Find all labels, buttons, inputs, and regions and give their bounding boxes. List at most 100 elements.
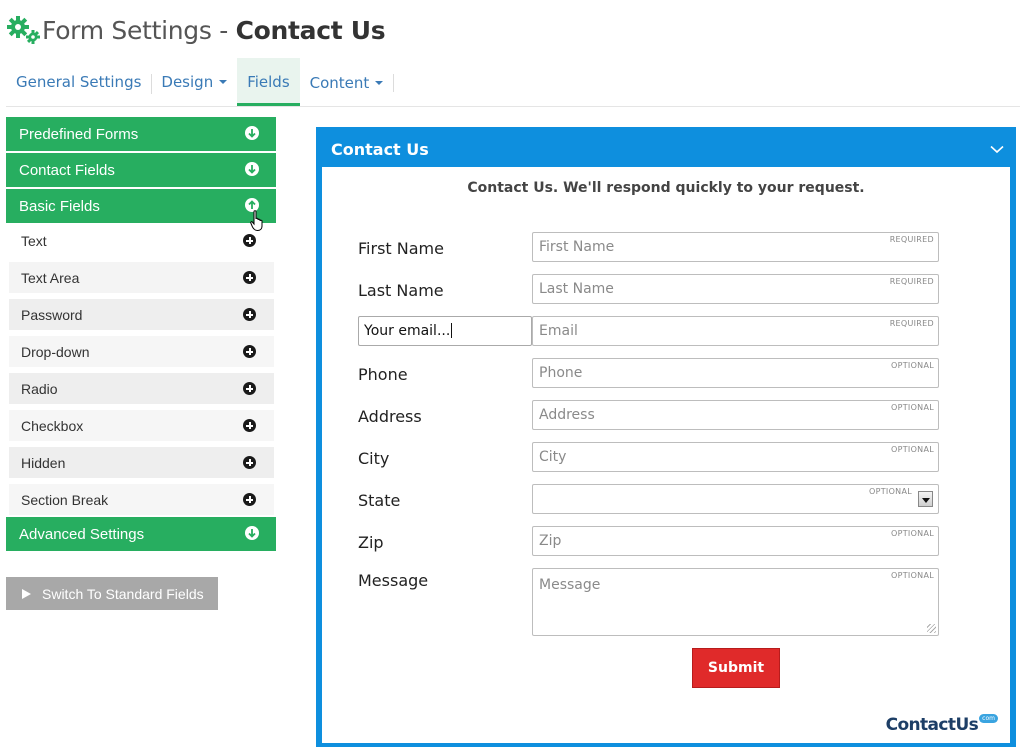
tab-label: Design xyxy=(161,73,214,91)
gears-icon xyxy=(6,15,42,45)
item-label: Drop-down xyxy=(21,343,90,360)
title-prefix: Form Settings xyxy=(42,15,212,45)
section-predefined-forms[interactable]: Predefined Forms xyxy=(6,117,276,151)
panel-title: Contact Us xyxy=(331,140,429,159)
plus-circle-icon[interactable] xyxy=(243,419,256,432)
switch-label: Switch To Standard Fields xyxy=(42,585,204,602)
plus-circle-icon[interactable] xyxy=(243,456,256,469)
form-preview-panel: Contact Us Contact Us. We'll respond qui… xyxy=(316,127,1016,747)
optional-tag: OPTIONAL xyxy=(891,571,934,580)
input-placeholder: Zip xyxy=(539,533,562,549)
plus-circle-icon[interactable] xyxy=(243,308,256,321)
optional-tag: OPTIONAL xyxy=(891,403,934,412)
field-item-radio[interactable]: Radio xyxy=(9,373,274,404)
item-label: Text Area xyxy=(21,269,80,286)
input-placeholder: First Name xyxy=(539,239,615,255)
title-separator: - xyxy=(211,15,236,45)
required-tag: REQUIRED xyxy=(889,277,934,286)
input-placeholder: Message xyxy=(539,577,601,593)
field-item-text[interactable]: Text xyxy=(9,225,274,256)
section-label: Basic Fields xyxy=(19,197,100,215)
brand-suffix: com xyxy=(979,714,998,723)
basic-fields-list: Text Text Area Password Drop-down Radio … xyxy=(9,225,274,515)
input-placeholder: City xyxy=(539,449,567,465)
plus-circle-icon[interactable] xyxy=(243,271,256,284)
optional-tag: OPTIONAL xyxy=(869,487,912,496)
contactus-logo: ContactUs com xyxy=(885,714,998,735)
edit-label-text: Your email... xyxy=(364,323,451,339)
form-body: Contact Us. We'll respond quickly to you… xyxy=(322,167,1010,743)
field-item-checkbox[interactable]: Checkbox xyxy=(9,410,274,441)
address-input[interactable]: Address OPTIONAL xyxy=(532,400,939,430)
dropdown-arrow-icon[interactable] xyxy=(918,491,933,507)
plus-circle-icon[interactable] xyxy=(243,382,256,395)
phone-input[interactable]: Phone OPTIONAL xyxy=(532,358,939,388)
title-form-name: Contact Us xyxy=(235,15,386,45)
caret-down-icon xyxy=(219,80,228,84)
field-item-section-break[interactable]: Section Break xyxy=(9,484,274,515)
section-basic-fields[interactable]: Basic Fields xyxy=(6,189,276,223)
submit-button[interactable]: Submit xyxy=(692,648,780,688)
item-label: Checkbox xyxy=(21,417,84,434)
required-tag: REQUIRED xyxy=(889,319,934,328)
city-input[interactable]: City OPTIONAL xyxy=(532,442,939,472)
label-zip[interactable]: Zip xyxy=(358,533,384,552)
section-label: Contact Fields xyxy=(19,161,115,179)
caret-down-icon xyxy=(375,81,384,85)
field-item-text-area[interactable]: Text Area xyxy=(9,262,274,293)
resize-handle-icon[interactable] xyxy=(927,624,936,633)
item-label: Hidden xyxy=(21,454,66,471)
fields-sidebar: Predefined Forms Contact Fields Basic Fi… xyxy=(6,117,276,553)
label-phone[interactable]: Phone xyxy=(358,365,408,384)
page-title: Form Settings - Contact Us xyxy=(42,15,386,45)
text-caret xyxy=(451,323,453,338)
email-label-editor[interactable]: Your email... xyxy=(358,316,532,346)
switch-to-standard-fields-button[interactable]: Switch To Standard Fields xyxy=(6,577,218,610)
tab-label: General Settings xyxy=(16,73,142,91)
input-placeholder: Phone xyxy=(539,365,583,381)
optional-tag: OPTIONAL xyxy=(891,445,934,454)
optional-tag: OPTIONAL xyxy=(891,361,934,370)
item-label: Radio xyxy=(21,380,58,397)
optional-tag: OPTIONAL xyxy=(891,529,934,538)
page-header: Form Settings - Contact Us xyxy=(6,12,386,48)
brand-name: ContactUs xyxy=(885,715,979,735)
arrow-down-circle-icon xyxy=(245,162,259,176)
label-last-name[interactable]: Last Name xyxy=(358,281,444,300)
field-item-password[interactable]: Password xyxy=(9,299,274,330)
input-placeholder: Last Name xyxy=(539,281,614,297)
settings-tabs: General Settings Design Fields Content xyxy=(6,58,1020,107)
section-advanced-settings[interactable]: Advanced Settings xyxy=(6,517,276,551)
label-first-name[interactable]: First Name xyxy=(358,239,444,258)
tab-fields[interactable]: Fields xyxy=(237,58,300,106)
chevron-down-icon[interactable] xyxy=(990,141,1004,159)
zip-input[interactable]: Zip OPTIONAL xyxy=(532,526,939,556)
field-item-drop-down[interactable]: Drop-down xyxy=(9,336,274,367)
tab-label: Fields xyxy=(247,73,290,91)
label-address[interactable]: Address xyxy=(358,407,422,426)
item-label: Password xyxy=(21,306,83,323)
state-select[interactable]: OPTIONAL xyxy=(532,484,939,514)
hand-pointer-icon xyxy=(250,210,266,237)
tab-design[interactable]: Design xyxy=(151,58,237,106)
last-name-input[interactable]: Last Name REQUIRED xyxy=(532,274,939,304)
tab-label: Content xyxy=(309,74,370,92)
plus-circle-icon[interactable] xyxy=(243,345,256,358)
tab-content[interactable]: Content xyxy=(300,74,395,92)
arrow-down-circle-icon xyxy=(245,126,259,140)
plus-circle-icon[interactable] xyxy=(243,493,256,506)
form-heading: Contact Us. We'll respond quickly to you… xyxy=(467,180,865,196)
input-placeholder: Email xyxy=(539,323,578,339)
required-tag: REQUIRED xyxy=(889,235,934,244)
label-city[interactable]: City xyxy=(358,449,389,468)
input-placeholder: Address xyxy=(539,407,595,423)
field-item-hidden[interactable]: Hidden xyxy=(9,447,274,478)
submit-label: Submit xyxy=(707,660,765,676)
label-state[interactable]: State xyxy=(358,491,400,510)
label-message[interactable]: Message xyxy=(358,571,428,590)
first-name-input[interactable]: First Name REQUIRED xyxy=(532,232,939,262)
tab-general-settings[interactable]: General Settings xyxy=(6,58,151,106)
email-input[interactable]: Email REQUIRED xyxy=(532,316,939,346)
message-textarea[interactable]: Message OPTIONAL xyxy=(532,568,939,636)
section-contact-fields[interactable]: Contact Fields xyxy=(6,153,276,187)
